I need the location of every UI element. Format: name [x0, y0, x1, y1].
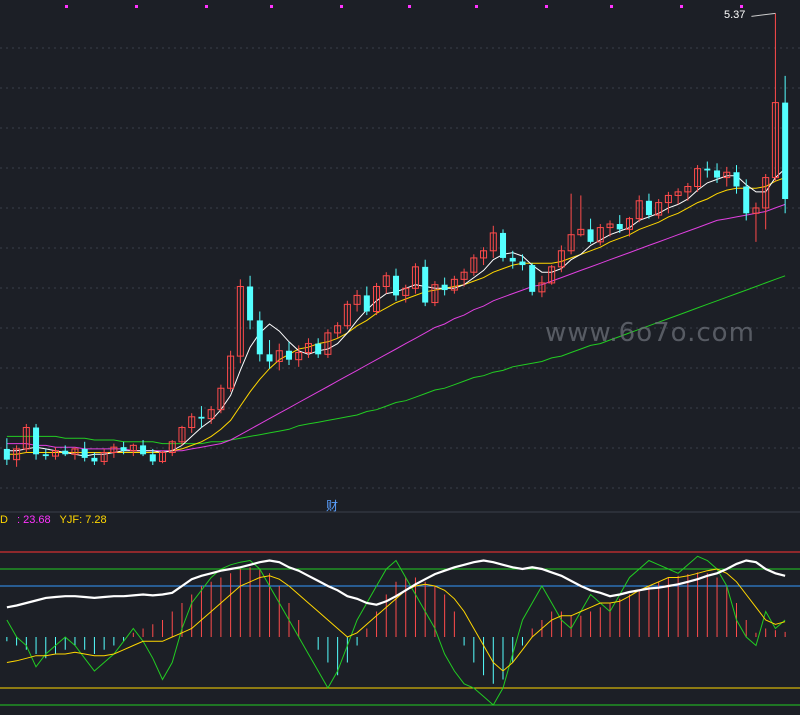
candle-body-down [616, 224, 623, 230]
max-price-pointer [751, 12, 776, 17]
candle-body-down [587, 229, 594, 242]
top-marker-dot [680, 5, 683, 8]
candle-body-down [509, 257, 516, 262]
top-marker-dot [408, 5, 411, 8]
candle-body-down [733, 172, 740, 187]
indicator-yjf-label: YJF: [59, 514, 86, 526]
candle-body-down [81, 448, 88, 458]
top-marker-dot [740, 5, 743, 8]
top-marker-dot [340, 5, 343, 8]
candle-body-down [315, 343, 322, 355]
top-marker-dot [65, 5, 68, 8]
top-marker-dot [545, 5, 548, 8]
candle-body-down [285, 350, 293, 360]
candle-body-down [714, 170, 721, 178]
chart-canvas [0, 5, 800, 706]
candle-body-down [247, 286, 254, 321]
candle-body-down [392, 275, 400, 296]
candle-body-down [33, 427, 40, 455]
candle-body-down [499, 232, 507, 258]
candle-body-down [140, 445, 147, 455]
candle-body-down [782, 102, 789, 200]
watermark: www.6o7o.com [545, 318, 755, 348]
stock-chart [0, 0, 800, 710]
candle-body-down [743, 186, 750, 214]
candle-body-down [441, 284, 448, 291]
ma-slow-line [6, 275, 786, 445]
candle-body-down [120, 447, 127, 451]
indicator-sep: : [13, 514, 24, 526]
max-price-label: 5.37 [724, 9, 746, 21]
candle-body-down [91, 457, 98, 462]
indicator-legend: D : 23.68 YJF: 7.28 [0, 514, 113, 526]
top-marker-dot [205, 5, 208, 8]
top-marker-dot [475, 5, 478, 8]
candle-body-down [422, 266, 429, 303]
finance-marker[interactable]: 财 [326, 497, 338, 514]
candle-body-down [256, 320, 263, 355]
candle-body-down [266, 354, 273, 362]
top-marker-dot [270, 5, 273, 8]
candle-body-down [529, 265, 536, 292]
candle-body-down [198, 416, 205, 419]
candle-body-down [3, 448, 10, 460]
candle-body-down [42, 454, 49, 457]
candle-body-down [519, 261, 526, 266]
indicator-d-value: 23.68 [23, 514, 51, 526]
top-marker-dot [135, 5, 138, 8]
candle-body-down [149, 454, 156, 462]
indicator-yjf-value: 7.28 [85, 514, 107, 526]
candle-body-down [62, 450, 69, 455]
indicator-d-label: D [0, 514, 8, 526]
ma-mid-line [6, 177, 786, 455]
candle-body-down [704, 168, 711, 171]
candle-body-down [645, 200, 652, 216]
top-marker-dot [610, 5, 613, 8]
candle-body-down [363, 295, 370, 312]
